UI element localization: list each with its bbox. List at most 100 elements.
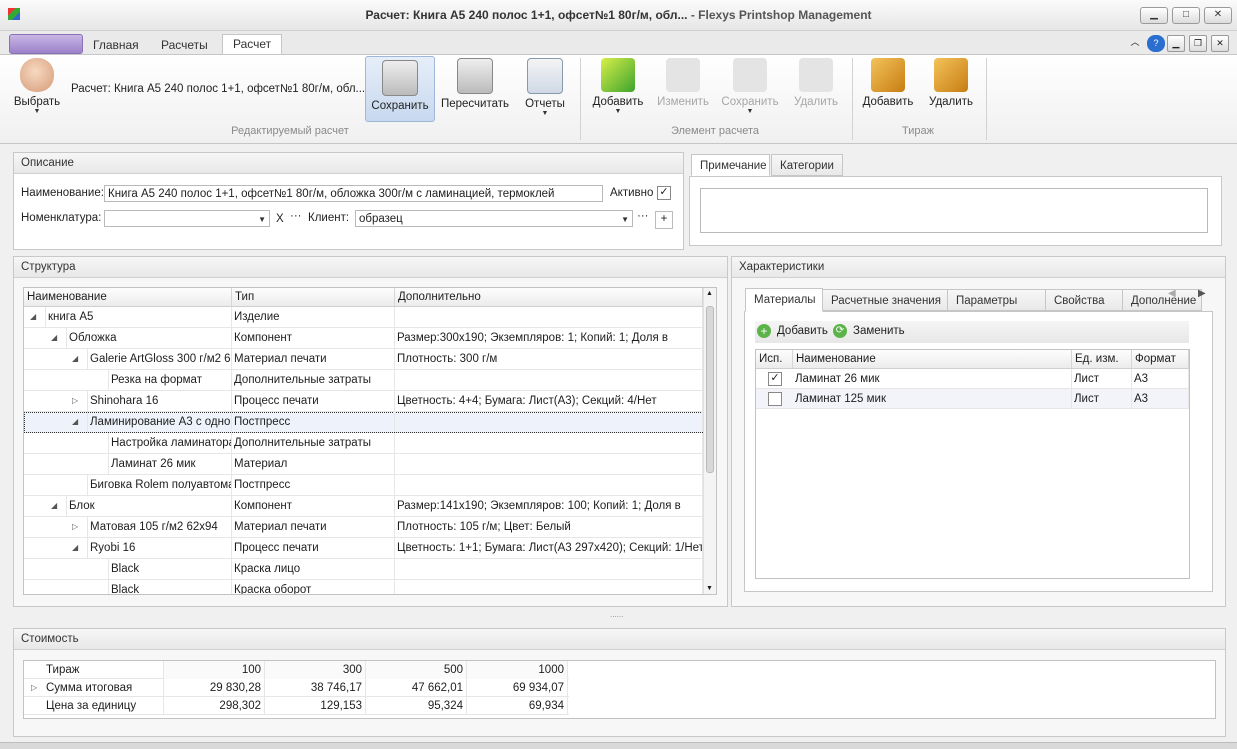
tab-characteristics-0[interactable]: Материалы: [745, 288, 823, 312]
cost-row[interactable]: ▷ Сумма итоговая 29 830,28 38 746,17 47 662,…: [24, 679, 569, 697]
mdi-close-icon[interactable]: ✕: [1211, 35, 1229, 52]
tree-row[interactable]: ◢ книга А5 Изделие: [24, 307, 703, 328]
add-element-button[interactable]: Добавить ▼: [590, 58, 646, 116]
tab-home[interactable]: Главная: [83, 36, 149, 54]
select-button[interactable]: Выбрать ▼: [10, 58, 64, 116]
collapse-icon[interactable]: ◢: [72, 349, 78, 369]
expand-icon[interactable]: ▷: [72, 517, 78, 537]
material-row[interactable]: Ламинат 125 мик Лист А3: [756, 389, 1189, 409]
scroll-thumb[interactable]: [706, 306, 714, 473]
save-button[interactable]: Сохранить: [365, 56, 435, 122]
expand-icon[interactable]: ▷: [72, 391, 78, 411]
tab-note[interactable]: Примечание: [691, 154, 770, 176]
tab-characteristics-4[interactable]: Дополнение: [1122, 289, 1202, 311]
tab-characteristics-2[interactable]: Параметры: [947, 289, 1046, 311]
cost-row[interactable]: Тираж 100 300 500 1000: [24, 661, 569, 679]
tabs-scroll-right-icon[interactable]: ▶: [1198, 288, 1206, 299]
col-type[interactable]: Тип: [232, 288, 395, 306]
cost-grid[interactable]: Тираж 100 300 500 1000 ▷ Сумма итоговая 29 830,…: [23, 660, 1216, 719]
col-material-name[interactable]: Наименование: [793, 350, 1072, 368]
tree-row[interactable]: ▷ Shinohara 16 Процесс печати Цветность: 4+…: [24, 391, 703, 412]
nomenclature-select[interactable]: ▼: [104, 210, 270, 227]
tree-row[interactable]: ◢ Обложка Компонент Размер:300x190; Экземпл…: [24, 328, 703, 349]
cost-cell: 69,934: [467, 697, 568, 715]
structure-scrollbar[interactable]: ▲ ▼: [703, 288, 716, 594]
tree-cell-type: Изделие: [232, 307, 395, 327]
client-select[interactable]: образец ▼: [355, 210, 633, 227]
save-element-button[interactable]: Сохранить ▼: [720, 58, 780, 116]
nomenclature-browse-button[interactable]: ···: [290, 210, 302, 222]
tree-cell-type: Постпресс: [232, 412, 395, 432]
tree-row[interactable]: ▷ Матовая 105 г/м2 62x94 Материал печати Пл…: [24, 517, 703, 538]
tree-row[interactable]: ◢ Блок Компонент Размер:141x190; Экземпляро…: [24, 496, 703, 517]
collapse-icon[interactable]: ◢: [72, 412, 78, 432]
help-icon[interactable]: ?: [1147, 35, 1165, 52]
col-extra[interactable]: Дополнительно: [395, 288, 703, 306]
tree-row[interactable]: ◢ Galerie ArtGloss 300 г/м2 62x Материал п…: [24, 349, 703, 370]
tree-cell-name: Обложка: [66, 328, 232, 348]
group-separator: [580, 58, 581, 140]
collapse-ribbon-icon[interactable]: ︿: [1127, 35, 1143, 50]
active-checkbox[interactable]: ✓: [657, 186, 671, 200]
group-label-calc-element: Элемент расчета: [670, 125, 760, 137]
tree-row[interactable]: Ламинат 26 мик Материал: [24, 454, 703, 475]
tree-cell-name: Black: [108, 580, 232, 594]
mdi-restore-icon[interactable]: ❐: [1189, 35, 1207, 52]
delete-element-button[interactable]: Удалить: [790, 58, 842, 108]
tree-row[interactable]: ◢ Ламинирование А3 с одной Постпресс: [24, 412, 703, 433]
reports-button[interactable]: Отчеты ▼: [521, 58, 569, 118]
structure-header: Структура: [14, 257, 727, 278]
edit-element-button[interactable]: Изменить: [655, 58, 711, 108]
mdi-minimize-icon[interactable]: ▁: [1167, 35, 1185, 52]
tree-row[interactable]: Настройка ламинатора Дополнительные затра…: [24, 433, 703, 454]
note-panel: [689, 176, 1222, 246]
col-name[interactable]: Наименование: [24, 288, 232, 306]
cost-row[interactable]: Цена за единицу 298,302 129,153 95,324 69,93…: [24, 697, 569, 715]
name-field[interactable]: Книга А5 240 полос 1+1, офсет№1 80г/м, о…: [104, 185, 603, 202]
splitter-handle[interactable]: ......: [610, 610, 623, 619]
add-run-button[interactable]: Добавить: [860, 58, 916, 108]
structure-tree[interactable]: Наименование Тип Дополнительно ◢ книга А5…: [23, 287, 717, 595]
tree-row[interactable]: Биговка Rolem полуавтомат Постпресс: [24, 475, 703, 496]
material-used-checkbox[interactable]: ✓: [768, 372, 782, 386]
app-menu-button[interactable]: [9, 34, 83, 54]
client-browse-button[interactable]: ···: [637, 210, 649, 222]
materials-grid[interactable]: Исп. Наименование Ед. изм. Формат ✓ Ламин…: [755, 349, 1190, 579]
clear-nomenclature-button[interactable]: X: [276, 213, 284, 225]
tab-calculation[interactable]: Расчет: [222, 34, 283, 56]
recalculate-button[interactable]: Пересчитать: [440, 58, 510, 110]
tree-cell-type: Материал печати: [232, 349, 395, 369]
tree-cell-name: Ламинирование А3 с одной: [87, 412, 232, 432]
close-icon[interactable]: ✕: [1204, 7, 1232, 24]
collapse-icon[interactable]: ◢: [51, 496, 57, 516]
collapse-icon[interactable]: ◢: [72, 538, 78, 558]
col-format[interactable]: Формат: [1132, 350, 1189, 368]
tab-categories[interactable]: Категории: [771, 154, 843, 176]
tree-row[interactable]: Резка на формат Дополнительные затраты: [24, 370, 703, 391]
expand-icon[interactable]: ▷: [31, 679, 37, 697]
minimize-icon[interactable]: ▁: [1140, 7, 1168, 24]
material-row[interactable]: ✓ Ламинат 26 мик Лист А3: [756, 369, 1189, 389]
maximize-icon[interactable]: □: [1172, 7, 1200, 24]
tab-characteristics-1[interactable]: Расчетные значения: [822, 289, 948, 311]
add-material-button[interactable]: Добавить: [777, 325, 828, 337]
window-title: Расчет: Книга А5 240 полос 1+1, офсет№1 …: [365, 8, 872, 22]
tree-row[interactable]: Black Краска оборот: [24, 580, 703, 594]
abacus-refresh-icon: [457, 58, 493, 94]
collapse-icon[interactable]: ◢: [51, 328, 57, 348]
replace-material-button[interactable]: Заменить: [853, 325, 905, 337]
note-textarea[interactable]: [700, 188, 1208, 233]
tab-characteristics-3[interactable]: Свойства: [1045, 289, 1123, 311]
delete-run-button[interactable]: Удалить: [925, 58, 977, 108]
collapse-icon[interactable]: ◢: [30, 307, 36, 327]
replace-icon: ⟳: [833, 324, 847, 338]
client-add-button[interactable]: +: [655, 211, 673, 229]
chevron-down-icon: ▼: [621, 215, 629, 224]
tab-calculations[interactable]: Расчеты: [151, 36, 218, 54]
tabs-scroll-left-icon[interactable]: ◀: [1168, 288, 1176, 299]
material-used-checkbox[interactable]: [768, 392, 782, 406]
col-used[interactable]: Исп.: [756, 350, 793, 368]
col-unit[interactable]: Ед. изм.: [1072, 350, 1132, 368]
tree-row[interactable]: ◢ Ryobi 16 Процесс печати Цветность: 1+1; Б…: [24, 538, 703, 559]
tree-row[interactable]: Black Краска лицо: [24, 559, 703, 580]
